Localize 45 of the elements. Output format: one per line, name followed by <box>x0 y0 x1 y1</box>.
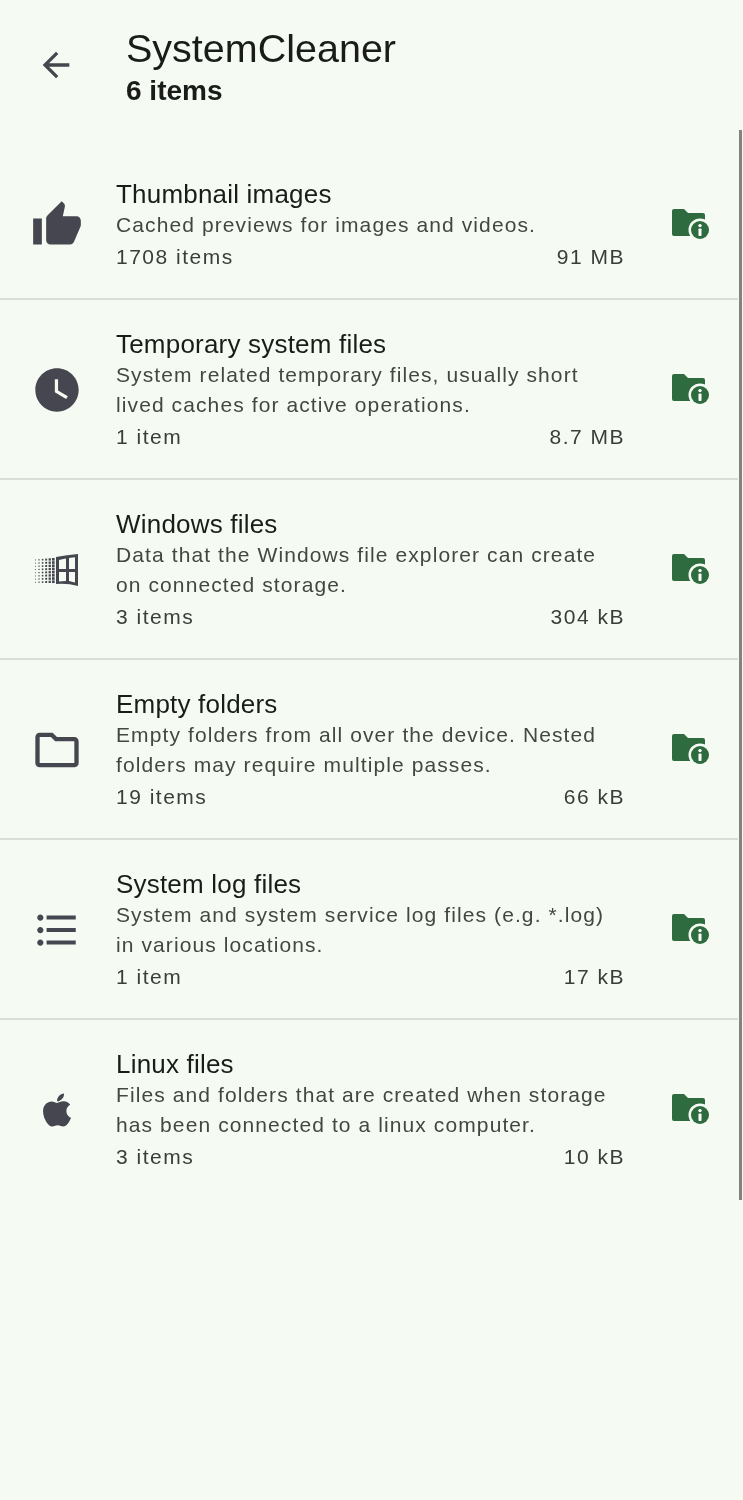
details-button[interactable] <box>672 913 712 947</box>
item-title: Empty folders <box>116 688 279 720</box>
screen-title: SystemCleaner <box>126 25 397 71</box>
details-button[interactable] <box>672 733 712 767</box>
item-size: 66 kB <box>563 784 625 810</box>
item-size: 304 kB <box>550 604 625 630</box>
item-description: Cached previews for images and videos. <box>116 212 537 238</box>
folder-info-icon <box>672 208 712 242</box>
item-count: 1708 items <box>116 244 234 270</box>
item-title: System log files <box>116 868 303 900</box>
filter-list-item[interactable]: Windows files Data that the Windows file explorer can create on connected storage. 3 items 304 kB <box>0 480 738 660</box>
item-size: 91 MB <box>556 244 625 270</box>
filter-list-item[interactable]: Thumbnail images Cached previews for images and videos. 1708 items 91 MB <box>0 150 738 300</box>
details-button[interactable] <box>672 1093 712 1127</box>
details-button[interactable] <box>672 553 712 587</box>
item-count: 1 item <box>116 964 183 990</box>
folder-info-icon <box>672 1093 712 1127</box>
item-count: 3 items <box>116 1144 195 1170</box>
item-size: 17 kB <box>563 964 625 990</box>
item-size: 10 kB <box>563 1144 625 1170</box>
item-description: System and system service log files (e.g. *.log) in various locations. <box>116 902 606 958</box>
details-button[interactable] <box>672 208 712 242</box>
item-description: Empty folders from all over the device. Nested folders may require multiple passes. <box>116 722 598 778</box>
item-title: Temporary system files <box>116 328 388 360</box>
folder-info-icon <box>672 373 712 407</box>
folder-info-icon <box>672 913 712 947</box>
item-description: System related temporary files, usually short lived caches for active operations. <box>116 362 580 418</box>
item-count: 19 items <box>116 784 208 810</box>
details-button[interactable] <box>672 373 712 407</box>
item-title: Windows files <box>116 508 279 540</box>
item-title: Linux files <box>116 1048 235 1080</box>
filter-list-item[interactable]: Empty folders Empty folders from all over the device. Nested folders may require multiple passes. 19 items 66 kB <box>0 660 738 840</box>
folder-info-icon <box>672 733 712 767</box>
filter-list-item[interactable]: Linux files Files and folders that are created when storage has been connected to a linux computer. 3 items 10 kB <box>0 1020 738 1198</box>
item-description: Data that the Windows file explorer can create on connected storage. <box>116 542 598 598</box>
filter-list-item[interactable]: System log files System and system service log files (e.g. *.log) in various locations. 1 item 17 kB <box>0 840 738 1020</box>
item-description: Files and folders that are created when storage has been connected to a linux computer. <box>116 1082 608 1138</box>
item-count: 1 item <box>116 424 183 450</box>
window-pane-icon <box>35 553 79 587</box>
item-count: 3 items <box>116 604 195 630</box>
folder-info-icon <box>672 553 712 587</box>
item-count-subtitle: 6 items <box>126 74 224 108</box>
item-size: 8.7 MB <box>549 424 625 450</box>
item-title: Thumbnail images <box>116 178 333 210</box>
filter-list-item[interactable]: Temporary system files System related temporary files, usually short lived caches for active operations. 1 item 8.7 MB <box>0 300 738 480</box>
